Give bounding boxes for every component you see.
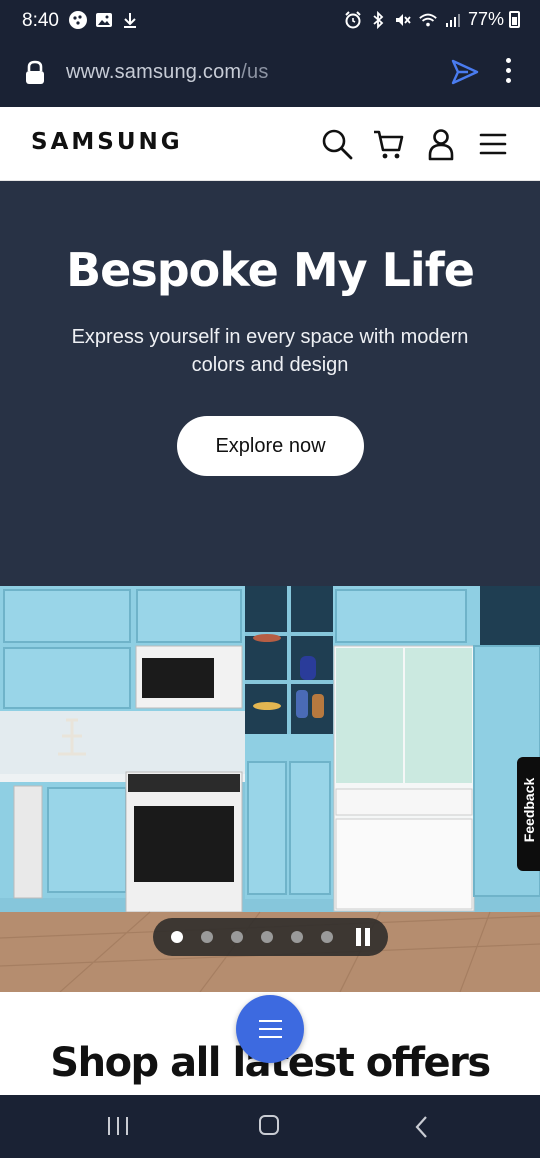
menu-icon[interactable] bbox=[477, 127, 511, 161]
browser-url-bar: www.samsung.com/us bbox=[0, 42, 540, 107]
carousel-dot-4[interactable] bbox=[261, 931, 273, 943]
carousel-dot-2[interactable] bbox=[201, 931, 213, 943]
home-icon[interactable] bbox=[259, 1115, 279, 1135]
carousel-controls bbox=[153, 918, 388, 956]
system-navigation-bar bbox=[0, 1095, 540, 1158]
send-icon[interactable] bbox=[450, 58, 480, 86]
samsung-logo[interactable]: SAMSUNG bbox=[31, 129, 183, 155]
status-bar: 8:40 77% bbox=[0, 0, 540, 42]
carousel-dot-1[interactable] bbox=[171, 931, 183, 943]
hero-banner: Bespoke My Life Express yourself in ever… bbox=[0, 181, 540, 586]
site-header: SAMSUNG bbox=[0, 107, 540, 181]
feedback-label: Feedback bbox=[521, 777, 537, 843]
pause-icon[interactable] bbox=[356, 928, 370, 946]
url-path: /us bbox=[241, 61, 269, 83]
signal-icon bbox=[445, 13, 460, 27]
more-options-icon[interactable] bbox=[500, 56, 516, 88]
image-icon bbox=[96, 13, 112, 27]
carousel-dot-5[interactable] bbox=[291, 931, 303, 943]
cart-icon[interactable] bbox=[372, 127, 406, 161]
mute-icon bbox=[395, 13, 411, 26]
wifi-icon bbox=[419, 13, 437, 26]
hero-subtitle: Express yourself in every space with mod… bbox=[71, 326, 469, 376]
search-icon[interactable] bbox=[320, 127, 354, 161]
gallery-icon bbox=[69, 11, 87, 29]
url-field[interactable]: www.samsung.com/us bbox=[66, 61, 269, 84]
bluetooth-icon bbox=[373, 10, 384, 29]
account-icon[interactable] bbox=[424, 127, 458, 161]
battery-icon bbox=[509, 11, 520, 28]
feedback-tab[interactable]: Feedback bbox=[517, 757, 540, 871]
back-icon[interactable] bbox=[414, 1115, 428, 1139]
status-time: 8:40 bbox=[22, 10, 59, 31]
floating-menu-button[interactable] bbox=[236, 995, 304, 1063]
hero-title: Bespoke My Life bbox=[66, 243, 475, 297]
battery-percent: 77% bbox=[467, 9, 504, 29]
carousel-dot-3[interactable] bbox=[231, 931, 243, 943]
explore-now-button[interactable]: Explore now bbox=[177, 416, 364, 476]
url-domain: www.samsung.com bbox=[66, 61, 242, 83]
recent-apps-icon[interactable] bbox=[108, 1117, 130, 1135]
download-icon bbox=[124, 13, 136, 28]
carousel-dot-6[interactable] bbox=[321, 931, 333, 943]
alarm-icon bbox=[345, 10, 361, 28]
lock-icon[interactable] bbox=[24, 60, 46, 86]
